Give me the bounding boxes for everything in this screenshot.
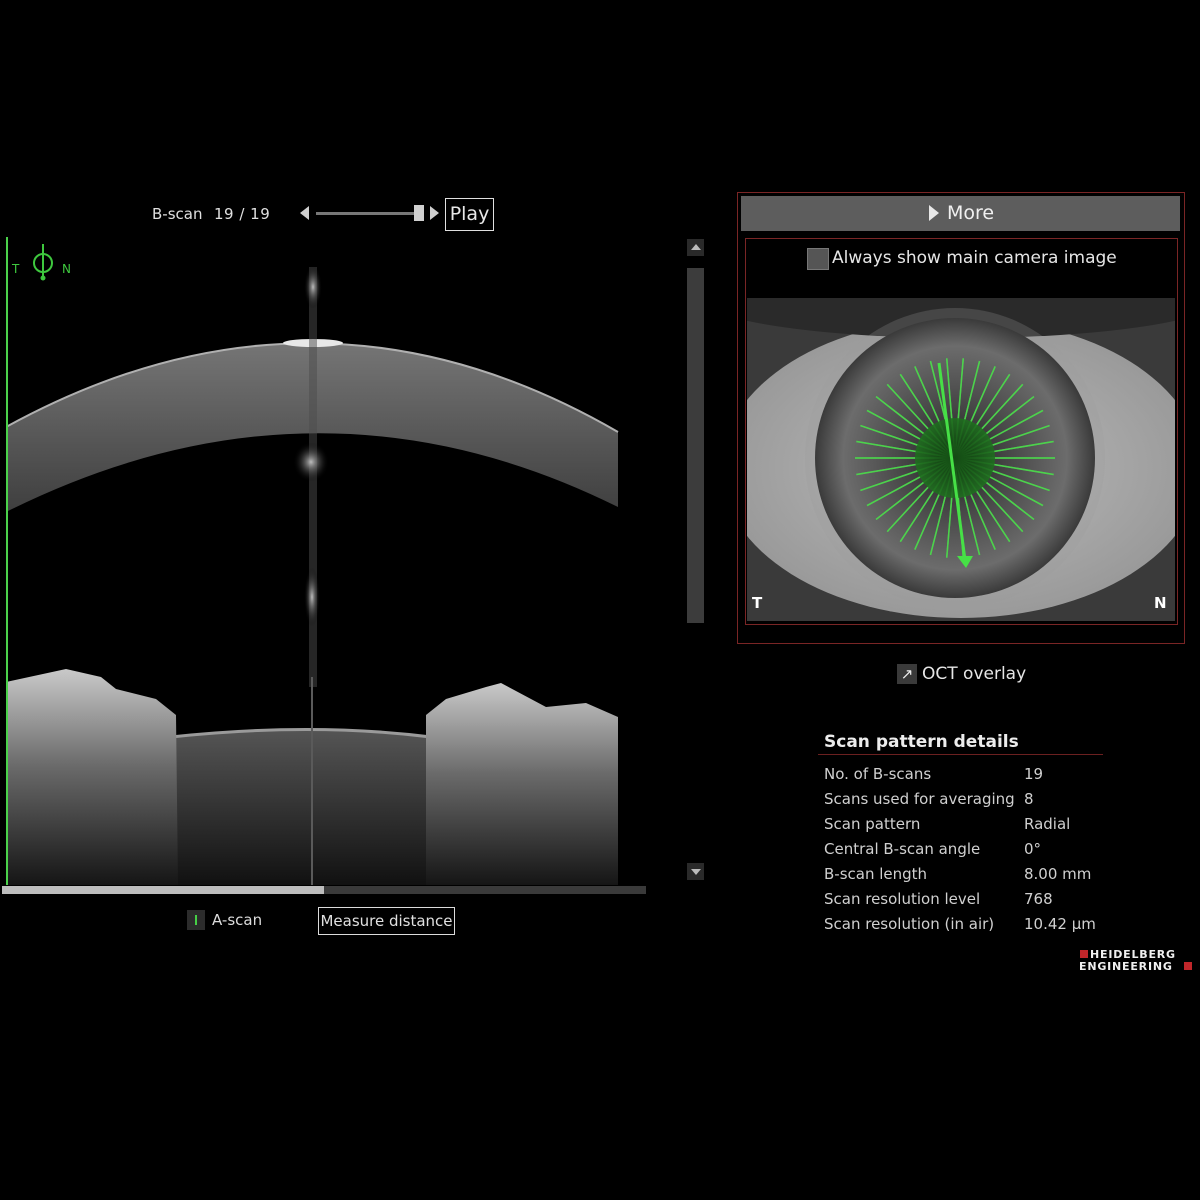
oct-overlay-label[interactable]: OCT overlay — [922, 664, 1026, 684]
scan-position-line — [6, 237, 8, 885]
previous-arrow-icon[interactable] — [300, 206, 309, 220]
orientation-icon — [30, 242, 56, 282]
scan-detail-key: No. of B-scans — [824, 765, 932, 783]
logo-line-2: ENGINEERING — [1079, 960, 1173, 973]
scan-detail-value: 10.42 µm — [1024, 915, 1096, 933]
scan-detail-value: 0° — [1024, 840, 1042, 858]
ascan-toggle[interactable] — [187, 910, 205, 930]
always-show-label: Always show main camera image — [832, 248, 1117, 268]
camera-eye-image — [747, 298, 1175, 621]
bscan-oct-image — [6, 265, 619, 885]
orientation-left-label: T — [12, 262, 20, 276]
scan-detail-value: 8.00 mm — [1024, 865, 1092, 883]
scroll-down-button[interactable] — [687, 863, 704, 880]
scan-detail-value: 19 — [1024, 765, 1044, 783]
bscan-slider-track[interactable] — [316, 212, 416, 215]
camera-right-label: N — [1154, 594, 1167, 612]
measure-distance-button[interactable]: Measure distance — [318, 907, 455, 935]
bscan-label: B-scan — [152, 205, 203, 223]
scroll-up-button[interactable] — [687, 239, 704, 256]
scan-detail-key: B-scan length — [824, 865, 928, 883]
more-label: More — [947, 202, 995, 224]
orientation-right-label: N — [62, 262, 71, 276]
logo-mark — [1080, 950, 1088, 958]
scan-details-title: Scan pattern details — [824, 732, 1019, 752]
scan-detail-key: Scan resolution (in air) — [824, 915, 995, 933]
scan-detail-key: Central B-scan angle — [824, 840, 981, 858]
scan-detail-value: 768 — [1024, 890, 1053, 908]
vertical-scrollbar[interactable] — [687, 268, 704, 623]
scan-detail-key: Scan resolution level — [824, 890, 981, 908]
horizontal-scrollbar-thumb[interactable] — [2, 886, 324, 894]
bscan-counter: 19 / 19 — [214, 205, 271, 223]
bscan-slider-thumb[interactable] — [414, 205, 424, 221]
always-show-checkbox[interactable] — [807, 248, 829, 270]
expand-arrow-icon — [929, 205, 939, 221]
scan-details-divider — [818, 754, 1103, 755]
play-button[interactable]: Play — [445, 198, 494, 231]
scan-detail-value: 8 — [1024, 790, 1034, 808]
scan-detail-key: Scans used for averaging — [824, 790, 1015, 808]
logo-mark — [1184, 962, 1192, 970]
next-arrow-icon[interactable] — [430, 206, 439, 220]
camera-left-label: T — [752, 594, 763, 612]
scan-detail-key: Scan pattern — [824, 815, 921, 833]
oct-overlay-arrow-icon[interactable]: ↗ — [897, 664, 917, 684]
ascan-label: A-scan — [212, 911, 263, 929]
scan-detail-value: Radial — [1024, 815, 1071, 833]
bscan-image[interactable] — [6, 237, 646, 885]
